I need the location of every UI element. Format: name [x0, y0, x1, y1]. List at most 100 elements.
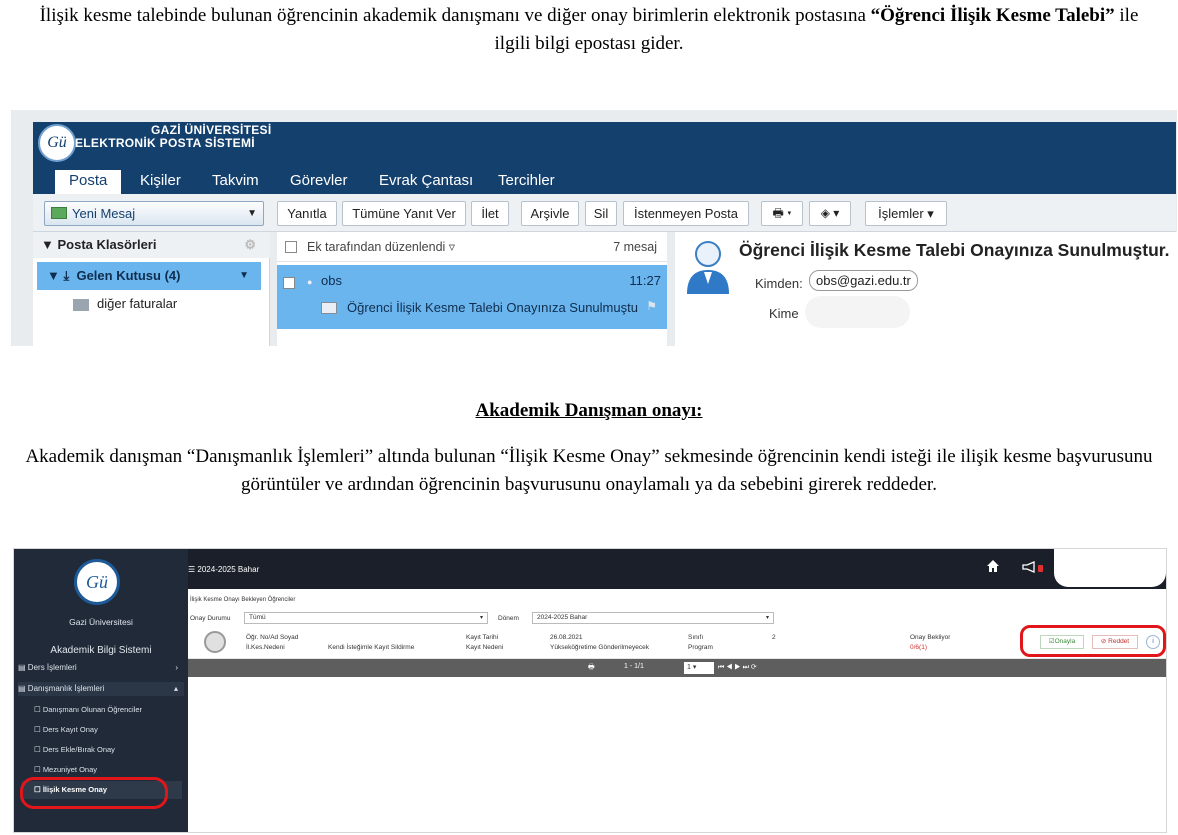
message-list-header: Ek tarafından düzenlendi ▿ 7 mesaj	[277, 232, 667, 262]
cause-label: Kayıt Nedeni	[466, 644, 504, 651]
chevron-down-icon[interactable]: ▼	[247, 202, 257, 225]
flag-icon[interactable]: ⚑	[646, 299, 657, 313]
settings-gear-icon[interactable]: ⚙	[244, 232, 256, 258]
from-label: Kimden:	[755, 276, 803, 291]
message-subject: Öğrenci İlişik Kesme Talebi Onayınıza Su…	[347, 300, 638, 315]
reading-pane: Öğrenci İlişik Kesme Talebi Onayınıza Su…	[675, 232, 1177, 346]
cause-value: Yükseköğretime Gönderilmeyecek	[550, 644, 649, 651]
class-value: 2	[772, 634, 776, 641]
status-code: 0/6(1)	[910, 644, 927, 651]
sidebar-sub-students[interactable]: ☐ Danışmanı Olunan Öğrenciler	[34, 705, 142, 714]
reply-button[interactable]: Yanıtla	[277, 201, 337, 226]
redacted-recipient	[805, 296, 910, 328]
chevron-right-icon: ›	[175, 663, 178, 672]
spam-button[interactable]: İstenmeyen Posta	[623, 201, 749, 226]
term-label[interactable]: ☰ 2024-2025 Bahar	[188, 565, 259, 574]
sidebar-item-danismanlik[interactable]: ▤ Danışmanlık İşlemleri ▴	[18, 682, 184, 696]
sidebar-sub-course-reg[interactable]: ☐ Ders Kayıt Onay	[34, 725, 98, 734]
webmail-tab-bar: Posta Kişiler Takvim Görevler Evrak Çant…	[33, 165, 1176, 194]
menu-icon[interactable]: ☰	[188, 565, 195, 574]
intro-text-start: İlişik kesme talebinde bulunan öğrencini…	[39, 5, 871, 26]
name-label: Öğr. No/Ad Soyad	[246, 634, 299, 641]
program-label: Program	[688, 644, 713, 651]
sender-address-chip[interactable]: obs@gazi.edu.tr	[809, 270, 918, 291]
sidebar-sub-add-drop[interactable]: ☐ Ders Ekle/Bırak Onay	[34, 745, 115, 754]
reason-label: İl.Kes.Nedeni	[246, 644, 285, 651]
highlight-ring-actions	[1020, 625, 1166, 657]
forward-button[interactable]: İlet	[471, 201, 509, 226]
actions-menu-button[interactable]: İşlemler ▾	[865, 201, 947, 226]
actions-menu-label: İşlemler	[878, 206, 924, 221]
sidebar-label: Danışmanlık İşlemleri	[27, 684, 105, 693]
status-filter-label: Onay Durumu	[190, 615, 231, 622]
archive-button[interactable]: Arşivle	[521, 201, 579, 226]
page-size-select[interactable]: 1 ▾	[684, 662, 714, 674]
highlight-ring-sidebar	[20, 777, 168, 809]
obs-university-logo: Gü	[74, 559, 120, 605]
term-text: 2024-2025 Bahar	[197, 565, 260, 574]
obs-system-name: Akademik Bilgi Sistemi	[50, 645, 152, 656]
webmail-toolbar: Yeni Mesaj ▼ Yanıtla Tümüne Yanıt Ver İl…	[33, 194, 1176, 232]
print-menu-button[interactable]: 🖶 ▾	[761, 201, 803, 226]
to-label: Kime	[769, 306, 799, 321]
advisor-paragraph: Akademik danışman “Danışmanlık İşlemleri…	[25, 446, 1153, 495]
sidebar-item-ders-islemleri[interactable]: ▤ Ders İşlemleri ›	[18, 661, 184, 675]
pager-nav-icons[interactable]: ⏮ ◀ ▶ ⏭ ⟳	[718, 663, 757, 672]
status-filter-select[interactable]: Tümü ▾	[244, 612, 488, 624]
banner-org-name: GAZİ ÜNİVERSİTESİ	[151, 123, 272, 137]
delete-button[interactable]: Sil	[585, 201, 617, 226]
sort-label[interactable]: Ek tarafından düzenlendi	[307, 240, 445, 254]
folders-title: Posta Klasörleri	[57, 237, 157, 252]
term-filter-select[interactable]: 2024-2025 Bahar ▾	[532, 612, 774, 624]
megaphone-icon[interactable]	[1022, 561, 1036, 573]
grid-icon: ▤	[18, 663, 26, 672]
tag-menu-button[interactable]: ◈ ▾	[809, 201, 851, 226]
reader-subject: Öğrenci İlişik Kesme Talebi Onayınıza Su…	[739, 240, 1170, 260]
inbox-label: Gelen Kutusu (4)	[76, 268, 181, 283]
new-message-button[interactable]: Yeni Mesaj ▼	[44, 201, 264, 226]
tab-posta[interactable]: Posta	[55, 170, 122, 194]
chevron-down-icon[interactable]: ▼	[239, 262, 249, 290]
unread-dot-icon: ●	[307, 277, 313, 287]
message-row[interactable]: ● obs 11:27 Öğrenci İlişik Kesme Talebi …	[277, 265, 667, 329]
envelope-icon	[321, 302, 337, 314]
new-message-icon	[51, 207, 67, 219]
inbox-icon: ⤓	[63, 268, 70, 283]
section-heading: Akademik Danışman onayı:	[475, 400, 703, 421]
select-all-checkbox[interactable]	[285, 241, 297, 253]
print-icon[interactable]: 🖶	[588, 663, 595, 674]
folder-icon	[73, 298, 89, 311]
sidebar-sub-label: Danışmanı Olunan Öğrenciler	[42, 705, 143, 714]
banner-system-name: ELEKTRONİK POSTA SİSTEMİ	[75, 136, 255, 150]
message-sender: obs	[321, 273, 342, 288]
tab-kisiler[interactable]: Kişiler	[126, 170, 195, 194]
message-time: 11:27	[629, 273, 661, 288]
obs-university-name: Gazi Üniversitesi	[69, 617, 133, 627]
sidebar-sub-label: Mezuniyet Onay	[42, 765, 98, 774]
chevron-down-icon: ▾	[765, 615, 769, 621]
folder-item[interactable]: diğer faturalar	[73, 296, 177, 311]
tab-evrak-cantasi[interactable]: Evrak Çantası	[365, 170, 487, 194]
home-icon[interactable]	[986, 559, 1000, 573]
reason-value: Kendi İsteğimle Kayıt Sildirme	[328, 644, 415, 651]
sidebar-label: Ders İşlemleri	[27, 663, 77, 672]
reply-all-button[interactable]: Tümüne Yanıt Ver	[342, 201, 466, 226]
tab-gorevler[interactable]: Görevler	[276, 170, 362, 194]
term-filter-label: Dönem	[498, 615, 519, 622]
tag-icon: ◈	[820, 206, 830, 220]
sidebar-sub-graduation[interactable]: ☐ Mezuniyet Onay	[34, 765, 97, 774]
redacted-user-area[interactable]	[1054, 549, 1166, 587]
chevron-down-icon: ▾	[479, 615, 483, 621]
page-range: 1 - 1/1	[624, 663, 644, 670]
sidebar-sub-label: Ders Kayıt Onay	[42, 725, 98, 734]
notification-badge	[1038, 565, 1043, 572]
message-checkbox[interactable]	[283, 277, 295, 289]
webmail-screenshot: Gü GAZİ ÜNİVERSİTESİ ELEKTRONİK POSTA Sİ…	[11, 110, 1177, 346]
tab-tercihler[interactable]: Tercihler	[484, 170, 569, 194]
sort-icon[interactable]: ▿	[449, 240, 455, 254]
user-avatar-icon	[687, 241, 729, 294]
intro-paragraph: İlişik kesme talebinde bulunan öğrencini…	[20, 2, 1158, 58]
tab-takvim[interactable]: Takvim	[198, 170, 273, 194]
folder-pane-header[interactable]: ▼ Posta Klasörleri ⚙	[33, 232, 270, 258]
folder-inbox[interactable]: ▼ ⤓ Gelen Kutusu (4) ▼	[37, 262, 261, 290]
